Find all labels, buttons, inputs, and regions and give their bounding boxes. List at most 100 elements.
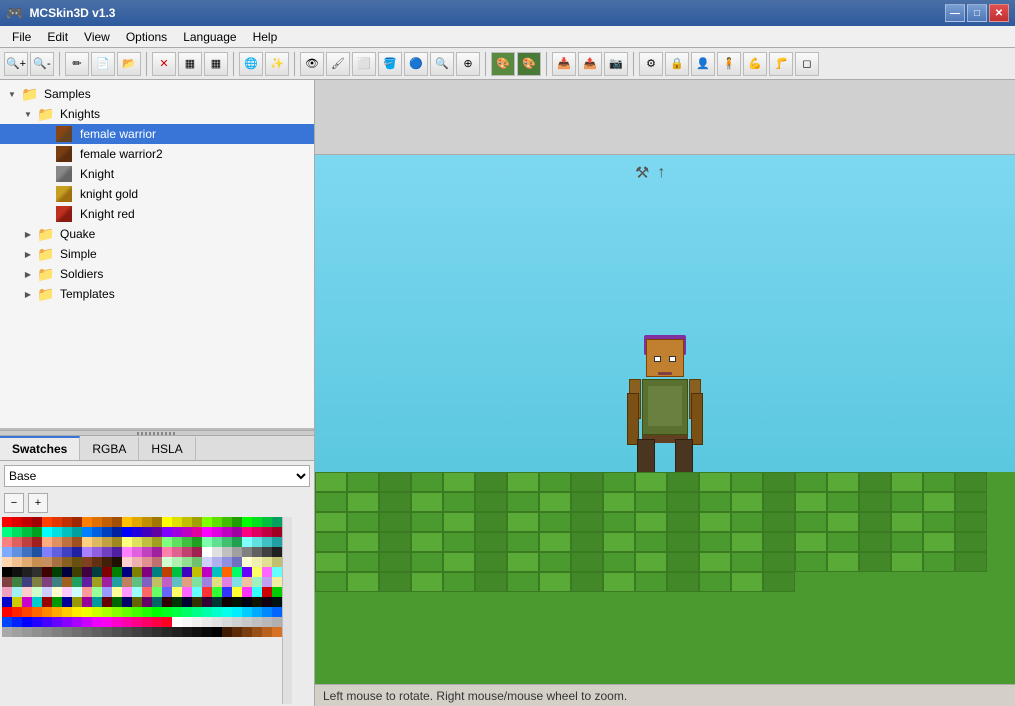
swatch-cell[interactable] bbox=[112, 567, 122, 577]
tree-item-knight[interactable]: Knight bbox=[0, 164, 314, 184]
swatch-cell[interactable] bbox=[242, 577, 252, 587]
swatch-cell[interactable] bbox=[252, 627, 262, 637]
swatch-cell[interactable] bbox=[192, 607, 202, 617]
swatch-cell[interactable] bbox=[262, 537, 272, 547]
swatch-cell[interactable] bbox=[52, 587, 62, 597]
swatch-cell[interactable] bbox=[2, 557, 12, 567]
tree-item-female-warrior[interactable]: female warrior bbox=[0, 124, 314, 144]
swatch-cell[interactable] bbox=[152, 557, 162, 567]
swatch-cell[interactable] bbox=[202, 597, 212, 607]
swatch-cell[interactable] bbox=[212, 557, 222, 567]
swatch-cell[interactable] bbox=[172, 617, 182, 627]
swatch-cell[interactable] bbox=[62, 557, 72, 567]
swatch-cell[interactable] bbox=[172, 587, 182, 597]
swatch-cell[interactable] bbox=[62, 547, 72, 557]
swatch-cell[interactable] bbox=[12, 617, 22, 627]
swatch-cell[interactable] bbox=[232, 597, 242, 607]
swatch-cell[interactable] bbox=[52, 537, 62, 547]
swatch-cell[interactable] bbox=[122, 627, 132, 637]
swatch-cell[interactable] bbox=[262, 587, 272, 597]
swatch-cell[interactable] bbox=[2, 517, 12, 527]
swatch-zoom-out-button[interactable]: − bbox=[4, 493, 24, 513]
swatch-cell[interactable] bbox=[192, 527, 202, 537]
swatch-cell[interactable] bbox=[262, 517, 272, 527]
swatch-cell[interactable] bbox=[242, 537, 252, 547]
swatch-cell[interactable] bbox=[272, 587, 282, 597]
tb-view[interactable]: 👁 bbox=[300, 52, 324, 76]
swatch-cell[interactable] bbox=[172, 557, 182, 567]
swatch-cell[interactable] bbox=[112, 607, 122, 617]
swatch-cell[interactable] bbox=[202, 617, 212, 627]
swatch-cell[interactable] bbox=[12, 607, 22, 617]
tb-all[interactable]: ◻ bbox=[795, 52, 819, 76]
swatch-cell[interactable] bbox=[272, 547, 282, 557]
swatch-cell[interactable] bbox=[42, 577, 52, 587]
swatch-cell[interactable] bbox=[202, 587, 212, 597]
swatch-cell[interactable] bbox=[242, 527, 252, 537]
swatch-cell[interactable] bbox=[162, 607, 172, 617]
swatch-cell[interactable] bbox=[162, 587, 172, 597]
swatch-cell[interactable] bbox=[152, 537, 162, 547]
swatch-cell[interactable] bbox=[182, 527, 192, 537]
swatch-cell[interactable] bbox=[92, 627, 102, 637]
swatch-cell[interactable] bbox=[262, 557, 272, 567]
minimize-button[interactable]: — bbox=[945, 4, 965, 22]
swatch-cell[interactable] bbox=[102, 527, 112, 537]
swatch-cell[interactable] bbox=[102, 627, 112, 637]
tb-eraser[interactable]: ⬜ bbox=[352, 52, 376, 76]
tb-settings[interactable]: ⚙ bbox=[639, 52, 663, 76]
swatch-cell[interactable] bbox=[132, 567, 142, 577]
tree-templates[interactable]: ▶ 📁 Templates bbox=[0, 284, 314, 304]
swatch-cell[interactable] bbox=[102, 617, 112, 627]
viewport[interactable]: ⚒ ↑ bbox=[315, 80, 1015, 706]
swatch-cell[interactable] bbox=[152, 547, 162, 557]
menu-language[interactable]: Language bbox=[175, 28, 244, 46]
swatch-cell[interactable] bbox=[252, 597, 262, 607]
swatch-cell[interactable] bbox=[252, 587, 262, 597]
swatch-cell[interactable] bbox=[272, 577, 282, 587]
swatch-cell[interactable] bbox=[132, 607, 142, 617]
swatch-cell[interactable] bbox=[32, 557, 42, 567]
swatch-cell[interactable] bbox=[202, 517, 212, 527]
menu-edit[interactable]: Edit bbox=[39, 28, 76, 46]
swatch-cell[interactable] bbox=[202, 557, 212, 567]
swatch-cell[interactable] bbox=[232, 607, 242, 617]
swatch-cell[interactable] bbox=[102, 577, 112, 587]
swatch-cell[interactable] bbox=[262, 547, 272, 557]
swatch-cell[interactable] bbox=[32, 597, 42, 607]
swatch-cell[interactable] bbox=[192, 537, 202, 547]
swatch-cell[interactable] bbox=[192, 567, 202, 577]
swatch-cell[interactable] bbox=[122, 547, 132, 557]
swatch-cell[interactable] bbox=[222, 547, 232, 557]
swatch-cell[interactable] bbox=[182, 587, 192, 597]
swatch-cell[interactable] bbox=[142, 567, 152, 577]
swatch-cell[interactable] bbox=[72, 567, 82, 577]
swatch-cell[interactable] bbox=[72, 577, 82, 587]
swatch-cell[interactable] bbox=[182, 557, 192, 567]
swatch-cell[interactable] bbox=[122, 597, 132, 607]
swatch-cell[interactable] bbox=[132, 587, 142, 597]
swatch-cell[interactable] bbox=[232, 577, 242, 587]
swatch-cell[interactable] bbox=[92, 597, 102, 607]
swatch-cell[interactable] bbox=[132, 547, 142, 557]
swatch-cell[interactable] bbox=[62, 567, 72, 577]
swatch-cell[interactable] bbox=[272, 517, 282, 527]
tb-color2[interactable]: 🎨 bbox=[517, 52, 541, 76]
swatch-cell[interactable] bbox=[32, 537, 42, 547]
swatch-cell[interactable] bbox=[192, 547, 202, 557]
swatch-cell[interactable] bbox=[112, 577, 122, 587]
swatch-cell[interactable] bbox=[92, 577, 102, 587]
swatch-cell[interactable] bbox=[82, 597, 92, 607]
swatch-cell[interactable] bbox=[22, 537, 32, 547]
swatch-cell[interactable] bbox=[72, 627, 82, 637]
swatch-cell[interactable] bbox=[102, 557, 112, 567]
swatch-cell[interactable] bbox=[182, 517, 192, 527]
swatch-cell[interactable] bbox=[212, 517, 222, 527]
swatch-cell[interactable] bbox=[32, 517, 42, 527]
tb-pencil[interactable]: ✏ bbox=[65, 52, 89, 76]
swatch-cell[interactable] bbox=[72, 597, 82, 607]
swatch-cell[interactable] bbox=[192, 517, 202, 527]
swatch-cell[interactable] bbox=[252, 607, 262, 617]
swatch-cell[interactable] bbox=[252, 517, 262, 527]
swatch-cell[interactable] bbox=[12, 577, 22, 587]
